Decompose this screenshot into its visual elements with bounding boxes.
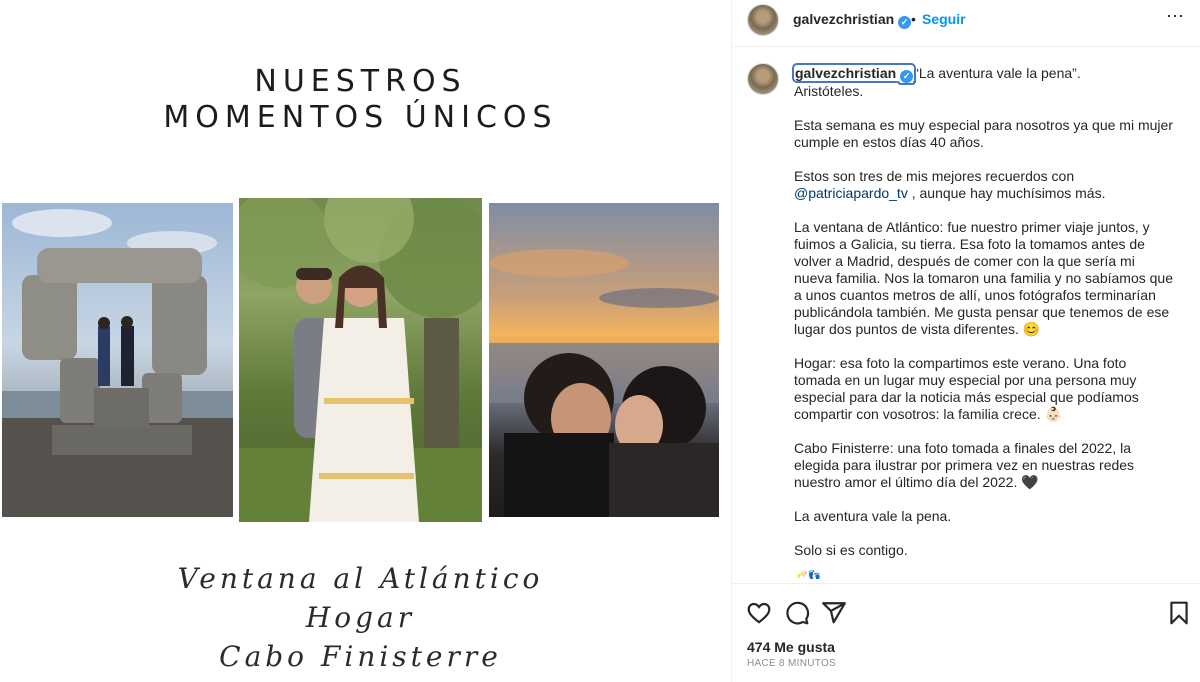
photo-hogar xyxy=(239,198,482,522)
caption-text: , aunque hay muchísimos más. xyxy=(907,185,1106,201)
caption-paragraph: La aventura vale la pena. xyxy=(794,508,952,524)
more-options-icon[interactable]: ⋯ xyxy=(1166,6,1185,27)
caption-paragraph: Cabo Finisterre: una foto tomada a final… xyxy=(794,440,1135,490)
header-username-link[interactable]: galvezchristian ✓ xyxy=(793,11,912,29)
post-caption: galvezchristian ✓ “La aventura vale la pen… xyxy=(791,63,1174,579)
caption-paragraph: Esta semana es muy especial para nosotro… xyxy=(794,117,1173,150)
mention-link[interactable]: @patriciapardo_tv xyxy=(794,185,908,201)
caption-first-line: galvezchristian ✓ “La aventura vale la pen… xyxy=(791,63,1174,83)
media-title-line1: NUESTROS xyxy=(254,64,467,99)
comment-icon[interactable] xyxy=(784,600,810,626)
caption-paragraph: La ventana de Atlántico: fue nuestro pri… xyxy=(794,219,1173,337)
post-timestamp[interactable]: HACE 8 MINUTOS xyxy=(747,658,836,669)
caption-username[interactable]: galvezchristian xyxy=(795,65,896,81)
verified-badge-icon: ✓ xyxy=(898,16,912,29)
verified-badge-icon: ✓ xyxy=(900,70,914,83)
caption-paragraph-partial: 🥂👣 xyxy=(794,571,822,579)
caption-paragraph: Estos son tres de mis mejores recuerdos … xyxy=(794,168,1174,202)
post-header: galvezchristian ✓ • Seguir ⋯ xyxy=(732,0,1200,47)
caption-paragraph: Hogar: esa foto la compartimos este vera… xyxy=(794,355,1139,422)
caption-author: Aristóteles. xyxy=(794,83,864,99)
header-username[interactable]: galvezchristian xyxy=(793,11,894,27)
follow-button[interactable]: Seguir xyxy=(922,11,966,27)
caption-quote: “La aventura vale la pena”. xyxy=(914,65,1081,81)
post-media[interactable]: NUESTROS MOMENTOS ÚNICOS Ventana al Atlá… xyxy=(0,0,731,682)
media-title-line2: MOMENTOS ÚNICOS xyxy=(163,100,558,135)
caption-username-link[interactable]: galvezchristian ✓ xyxy=(791,63,917,83)
caption-paragraph: Solo si es contigo. xyxy=(794,542,908,558)
photo-cabo-finisterre xyxy=(489,203,719,517)
post-actions: 474 Me gusta HACE 8 MINUTOS xyxy=(732,583,1200,682)
post-side-panel: galvezchristian ✓ • Seguir ⋯ galvezchrist… xyxy=(731,0,1200,682)
media-caption-line3: Cabo Finisterre xyxy=(219,640,502,673)
media-caption-line1: Ventana al Atlántico xyxy=(177,562,544,595)
media-caption-line2: Hogar xyxy=(305,601,416,634)
header-separator: • xyxy=(911,11,916,27)
avatar[interactable] xyxy=(747,4,779,36)
likes-count[interactable]: 474 Me gusta xyxy=(747,639,835,655)
caption-text: Estos son tres de mis mejores recuerdos … xyxy=(794,168,1075,184)
share-icon[interactable] xyxy=(821,600,847,626)
comments-area[interactable]: galvezchristian ✓ “La aventura vale la pen… xyxy=(732,47,1200,582)
photo-ventana-atlantico xyxy=(2,203,233,517)
heart-icon[interactable] xyxy=(746,600,772,626)
caption-avatar[interactable] xyxy=(747,63,779,95)
bookmark-icon[interactable] xyxy=(1166,600,1192,626)
